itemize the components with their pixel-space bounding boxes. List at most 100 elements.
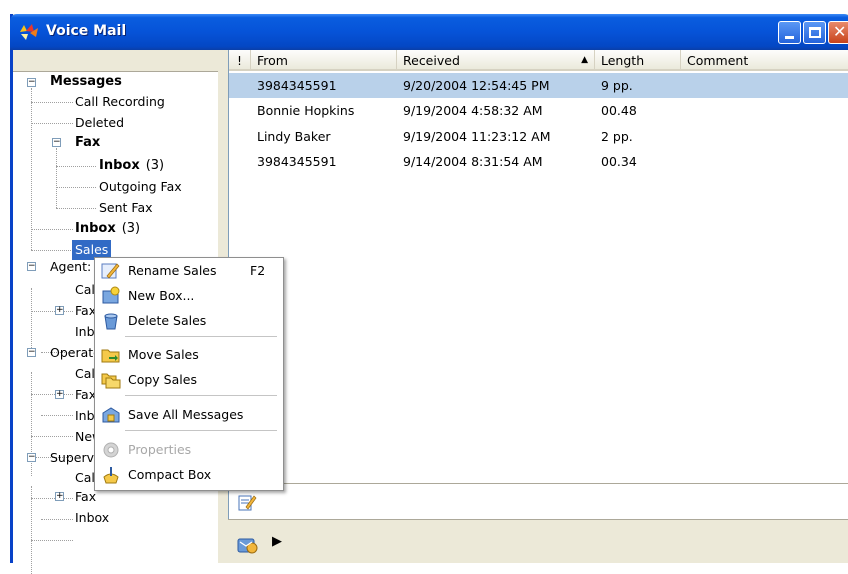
- menu-item-copy[interactable]: Copy Sales: [97, 368, 281, 391]
- maximize-button[interactable]: [803, 21, 826, 44]
- tree-label: Messages: [50, 74, 122, 89]
- tree-item-supervisor-inbox[interactable]: Inbox: [75, 508, 109, 528]
- properties-icon: [103, 442, 119, 458]
- tree-item-fax-inbox[interactable]: Inbox (3): [99, 156, 164, 176]
- collapse-agent-icon[interactable]: −: [27, 262, 36, 271]
- menu-label: Move Sales: [128, 347, 199, 362]
- table-row[interactable]: Bonnie Hopkins 9/19/2004 4:58:32 AM 00.4…: [229, 98, 848, 123]
- column-received[interactable]: Received ▲: [397, 50, 595, 71]
- tree-item-agent-fax[interactable]: Fax: [75, 301, 96, 321]
- tree-label: Sent Fax: [99, 200, 153, 215]
- tree-label: Deleted: [75, 115, 125, 130]
- save-messages-icon: [102, 407, 120, 423]
- cell-from: 3984345591: [257, 154, 337, 169]
- tree-label: Inbox: [75, 510, 110, 525]
- tree-label: Supervi: [50, 450, 98, 465]
- sales-context-menu: Rename Sales F2 New Box... Delete Sales …: [94, 257, 284, 491]
- copy-folder-icon: [101, 373, 121, 389]
- player-bar: ▶: [228, 519, 848, 563]
- column-length[interactable]: Length: [595, 50, 681, 71]
- tree-item-supervisor[interactable]: Supervi: [50, 448, 98, 468]
- tree-label: Inb: [75, 324, 95, 339]
- expand-operator-fax-icon[interactable]: +: [55, 390, 64, 399]
- message-list[interactable]: ! From Received ▲ Length Comment 39843455…: [228, 50, 848, 483]
- tree-item-call-recording[interactable]: Call Recording: [75, 92, 165, 112]
- cell-length: 00.34: [601, 154, 637, 169]
- tree-label: Fax: [75, 387, 97, 402]
- new-box-icon: [102, 286, 120, 304]
- expand-supervisor-fax-icon[interactable]: +: [55, 492, 64, 501]
- tree-item-operator-fax[interactable]: Fax: [75, 385, 96, 405]
- menu-item-rename[interactable]: Rename Sales F2: [97, 259, 281, 282]
- sort-ascending-icon: ▲: [581, 55, 588, 65]
- column-comment[interactable]: Comment: [681, 50, 848, 71]
- cell-received: 9/19/2004 11:23:12 AM: [403, 129, 551, 144]
- tree-item-deleted[interactable]: Deleted: [75, 113, 124, 133]
- tree-label: Call Recording: [75, 94, 165, 109]
- menu-label: New Box...: [128, 288, 195, 303]
- column-flag[interactable]: !: [229, 50, 251, 71]
- tree-item-operator-inbox[interactable]: Inb: [75, 406, 95, 426]
- tree-label: Fax: [75, 303, 97, 318]
- menu-label: Rename Sales: [128, 263, 217, 278]
- unread-count: (3): [121, 221, 141, 236]
- cell-length: 2 pp.: [601, 129, 633, 144]
- menu-separator: [125, 430, 277, 431]
- menu-label: Properties: [128, 442, 192, 457]
- table-row[interactable]: 3984345591 9/14/2004 8:31:54 AM 00.34: [229, 149, 848, 174]
- cell-from: 3984345591: [257, 78, 337, 93]
- tree-item-supervisor-fax[interactable]: Fax: [75, 487, 96, 507]
- tree-item-fax[interactable]: Fax: [75, 133, 100, 153]
- cell-from: Bonnie Hopkins: [257, 103, 355, 118]
- column-label: Length: [601, 53, 645, 68]
- tree-label: Agent: I: [50, 259, 99, 274]
- column-label: Received: [403, 53, 460, 68]
- menu-label: Save All Messages: [128, 407, 244, 422]
- move-folder-icon: [101, 349, 120, 363]
- tree-item-messages[interactable]: Messages: [50, 72, 122, 92]
- tree-label: Inb: [75, 408, 95, 423]
- title-bar[interactable]: Voice Mail ✕: [10, 14, 848, 50]
- menu-item-new-box[interactable]: New Box...: [97, 284, 281, 307]
- tree-item-outgoing-fax[interactable]: Outgoing Fax: [99, 177, 182, 197]
- menu-item-properties[interactable]: Properties: [97, 438, 281, 461]
- menu-label: Compact Box: [128, 467, 212, 482]
- collapse-supervisor-icon[interactable]: −: [27, 453, 36, 462]
- menu-item-move[interactable]: Move Sales: [97, 343, 281, 366]
- table-row[interactable]: Lindy Baker 9/19/2004 11:23:12 AM 2 pp.: [229, 124, 848, 149]
- collapse-operator-icon[interactable]: −: [27, 348, 36, 357]
- close-button[interactable]: ✕: [828, 21, 848, 44]
- collapse-fax-icon[interactable]: −: [52, 138, 61, 147]
- comment-pane[interactable]: [228, 483, 848, 519]
- menu-label: Copy Sales: [128, 372, 197, 387]
- tree-item-sent-fax[interactable]: Sent Fax: [99, 198, 153, 218]
- cell-received: 9/14/2004 8:31:54 AM: [403, 154, 543, 169]
- play-icon[interactable]: ▶: [272, 534, 282, 549]
- maximize-icon: [809, 27, 821, 38]
- menu-separator: [125, 336, 277, 337]
- column-label: Comment: [687, 53, 749, 68]
- cell-received: 9/19/2004 4:58:32 AM: [403, 103, 543, 118]
- voice-message-icon[interactable]: [236, 534, 260, 556]
- rename-icon: [101, 263, 120, 279]
- table-row[interactable]: 3984345591 9/20/2004 12:54:45 PM 9 pp.: [229, 73, 848, 98]
- tree-label: Sales: [75, 242, 109, 257]
- minimize-button[interactable]: [778, 21, 801, 44]
- tree-item-agent-inbox[interactable]: Inb: [75, 322, 95, 342]
- tree-header: [13, 50, 218, 72]
- menu-item-compact[interactable]: Compact Box: [97, 463, 281, 486]
- edit-comment-icon[interactable]: [237, 492, 257, 512]
- cell-length: 00.48: [601, 103, 637, 118]
- tree-label: Fax: [75, 135, 101, 150]
- shortcut-key: F2: [250, 263, 266, 278]
- tree-item-agent[interactable]: Agent: I: [50, 257, 99, 277]
- collapse-messages-icon[interactable]: −: [27, 78, 36, 87]
- voice-mail-app-icon: [20, 24, 38, 40]
- unread-count: (3): [145, 158, 165, 173]
- tree-label: Fax: [75, 489, 97, 504]
- column-from[interactable]: From: [251, 50, 397, 71]
- menu-item-delete[interactable]: Delete Sales: [97, 309, 281, 332]
- tree-item-inbox[interactable]: Inbox (3): [75, 219, 140, 239]
- menu-item-save-all[interactable]: Save All Messages: [97, 403, 281, 426]
- expand-agent-fax-icon[interactable]: +: [55, 306, 64, 315]
